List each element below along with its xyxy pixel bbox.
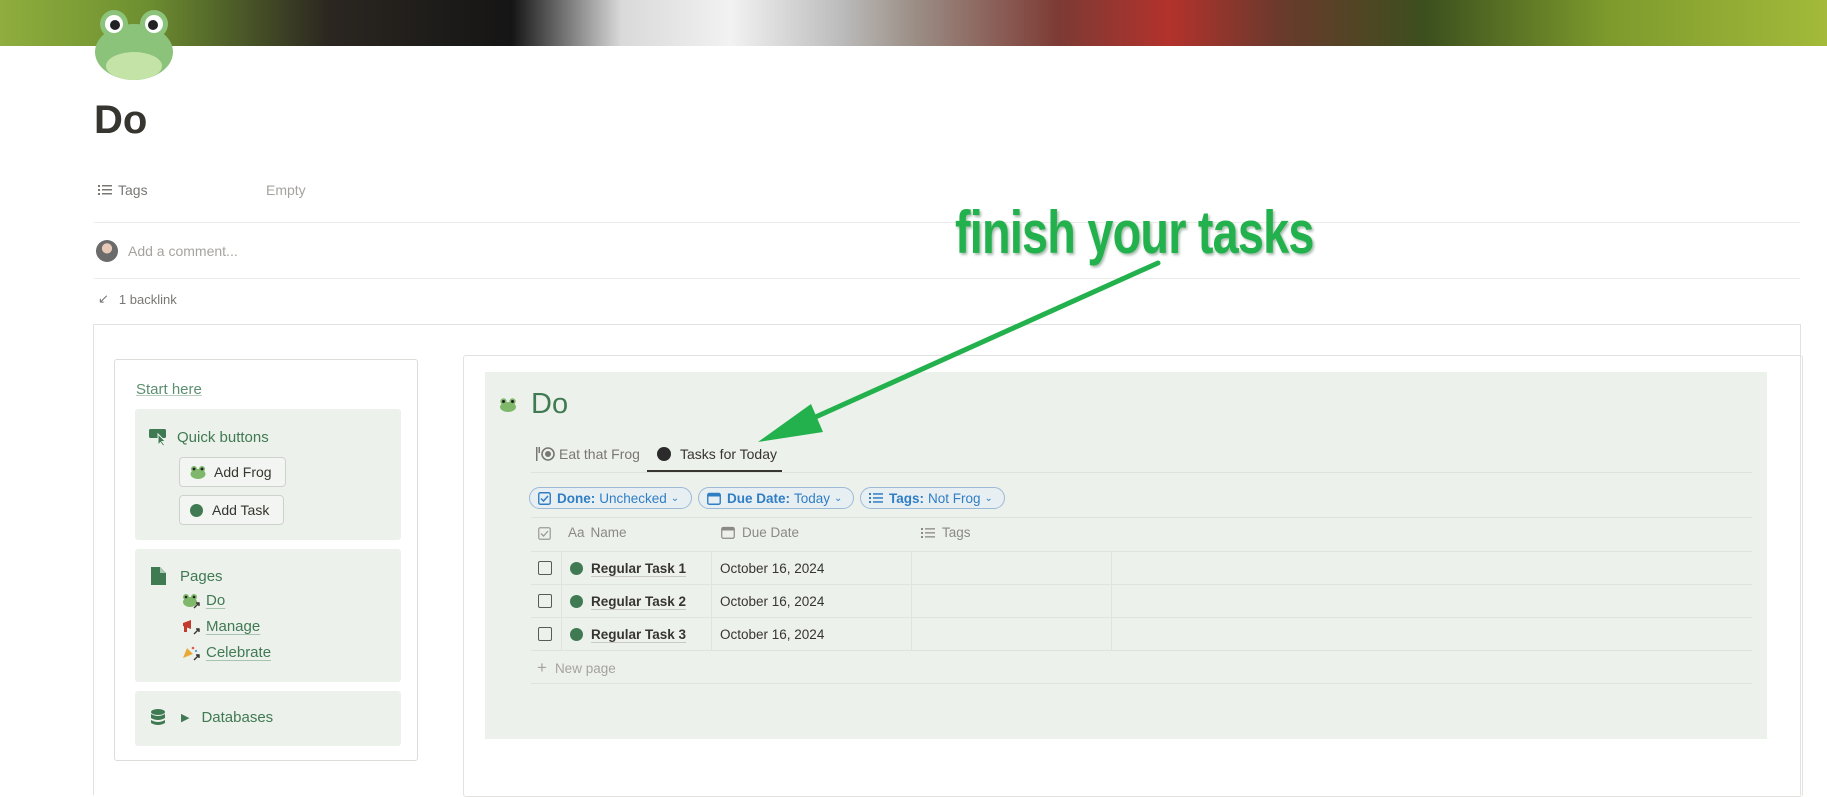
- active-tab-indicator: [647, 470, 782, 472]
- backlinks-label: 1 backlink: [118, 291, 177, 307]
- table-row-divider: [531, 617, 1752, 618]
- property-row-tags[interactable]: Tags Empty: [98, 180, 306, 200]
- pages-heading: Pages: [151, 567, 223, 585]
- calendar-icon: [707, 492, 721, 505]
- quick-buttons-heading: Quick buttons: [149, 428, 269, 446]
- cover-image[interactable]: [0, 0, 1827, 46]
- frog-icon: [500, 398, 516, 412]
- databases-toggle[interactable]: ▶ Databases: [151, 709, 273, 726]
- divider: [94, 222, 1800, 223]
- green-circle-icon: [570, 594, 583, 608]
- green-circle-icon: [190, 503, 203, 517]
- column-divider: [561, 551, 562, 650]
- checkbox-column-icon: [538, 527, 551, 540]
- property-name: Tags: [98, 182, 266, 198]
- add-frog-button[interactable]: Add Frog: [179, 457, 286, 487]
- triangle-right-icon[interactable]: ▶: [181, 711, 189, 724]
- table-row-name[interactable]: Regular Task 3: [570, 624, 686, 644]
- chevron-down-icon: ⌄: [670, 492, 680, 504]
- fork-plate-icon: [536, 447, 555, 461]
- table-row-divider: [531, 584, 1752, 585]
- column-header-tags[interactable]: Tags: [921, 525, 971, 540]
- filter-done[interactable]: Done: Unchecked ⌄: [529, 487, 692, 509]
- done-checkbox[interactable]: [538, 561, 552, 575]
- annotation-text: finish your tasks: [955, 199, 1314, 266]
- comment-row[interactable]: Add a comment...: [96, 240, 238, 262]
- page-link-celebrate[interactable]: Celebrate: [182, 644, 271, 661]
- checkbox-icon: [538, 491, 551, 505]
- frog-icon: [190, 466, 206, 479]
- plus-icon: +: [537, 658, 547, 677]
- list-icon: [98, 185, 112, 195]
- new-page-button[interactable]: + New page: [537, 658, 616, 678]
- table-row-name[interactable]: Regular Task 2: [570, 591, 686, 611]
- table-cell-due-date[interactable]: October 16, 2024: [720, 591, 824, 611]
- column-divider: [711, 551, 712, 650]
- table-row-name[interactable]: Regular Task 1: [570, 558, 686, 578]
- filter-tags[interactable]: Tags: Not Frog ⌄: [860, 487, 1005, 509]
- start-here-link[interactable]: Start here: [136, 381, 202, 398]
- backlinks-button[interactable]: ↙ 1 backlink: [98, 291, 177, 307]
- add-task-button[interactable]: Add Task: [179, 495, 284, 525]
- chevron-down-icon: ⌄: [834, 492, 843, 504]
- table-border: [531, 517, 1752, 518]
- frog-page-icon[interactable]: [94, 6, 174, 80]
- tab-tasks-for-today[interactable]: Tasks for Today: [657, 446, 777, 462]
- table-cell-due-date[interactable]: October 16, 2024: [720, 558, 824, 578]
- list-icon: [869, 493, 883, 503]
- avatar: [96, 240, 118, 262]
- database-title[interactable]: Do: [531, 388, 568, 421]
- frog-icon: [183, 593, 200, 608]
- page-link-do[interactable]: Do: [182, 592, 225, 609]
- text-type-icon: Aa: [568, 525, 585, 540]
- black-circle-icon: [657, 447, 671, 461]
- table-cell-due-date[interactable]: October 16, 2024: [720, 624, 824, 644]
- calendar-icon: [721, 526, 735, 539]
- chevron-down-icon: ⌄: [984, 492, 993, 504]
- page-icon: [151, 567, 166, 585]
- megaphone-icon: [183, 619, 200, 634]
- property-label: Tags: [118, 182, 148, 198]
- table-bottom-border: [531, 683, 1752, 684]
- page-title[interactable]: Do: [94, 98, 147, 143]
- list-icon: [921, 527, 935, 538]
- table-row-divider: [531, 650, 1752, 651]
- comment-input[interactable]: Add a comment...: [128, 243, 238, 259]
- divider: [94, 278, 1800, 279]
- done-checkbox[interactable]: [538, 627, 552, 641]
- green-circle-icon: [570, 627, 583, 641]
- table-row-divider: [531, 551, 1752, 552]
- tab-divider: [531, 472, 1752, 473]
- page-link-manage[interactable]: Manage: [182, 618, 260, 635]
- property-value[interactable]: Empty: [266, 182, 306, 198]
- tab-eat-that-frog[interactable]: Eat that Frog: [535, 446, 640, 462]
- party-icon: [183, 646, 200, 660]
- column-divider: [1111, 551, 1112, 650]
- filter-due-date[interactable]: Due Date: Today ⌄: [698, 487, 854, 509]
- column-header-due-date[interactable]: Due Date: [721, 525, 799, 540]
- column-divider: [911, 551, 912, 650]
- cursor-click-icon: [149, 429, 167, 446]
- arrow-down-left-icon: ↙: [98, 291, 109, 306]
- database-icon: [151, 709, 165, 725]
- green-circle-icon: [570, 561, 583, 575]
- done-checkbox[interactable]: [538, 594, 552, 608]
- column-header-name[interactable]: Aa Name: [568, 525, 627, 540]
